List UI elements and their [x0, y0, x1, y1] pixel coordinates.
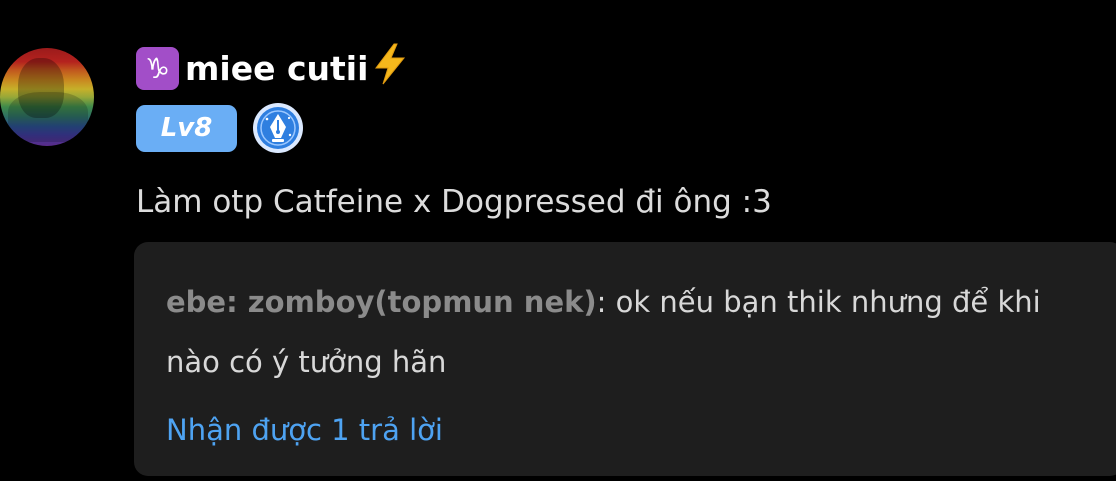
reply-separator: :: [596, 285, 616, 319]
lightning-bolt-icon: [370, 42, 410, 94]
capricorn-zodiac-icon: ♑: [136, 46, 179, 90]
reply-author[interactable]: ebe: zomboy(topmun nek): [166, 285, 597, 319]
user-badges: Lv8: [136, 103, 303, 153]
username-label: miee cutii: [185, 48, 369, 88]
comment-text: Làm otp Catfeine x Dogpressed đi ông :3: [136, 184, 772, 220]
fountain-pen-icon: [253, 103, 303, 153]
level-badge: Lv8: [136, 104, 237, 152]
username[interactable]: ♑ miee cutii: [136, 42, 410, 94]
view-replies-link[interactable]: Nhận được 1 trả lời: [166, 406, 443, 454]
avatar[interactable]: [0, 48, 94, 146]
reply-preview-box[interactable]: ebe: zomboy(topmun nek): ok nếu bạn thik…: [134, 242, 1116, 476]
reply-preview-text: ebe: zomboy(topmun nek): ok nếu bạn thik…: [166, 272, 1096, 392]
